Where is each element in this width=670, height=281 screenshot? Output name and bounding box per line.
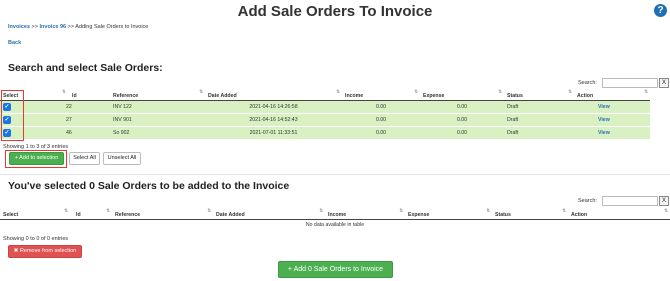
column-header-status[interactable]: Status ⇅ xyxy=(504,88,574,101)
row-id: 27 xyxy=(26,113,110,127)
row-reference: INV 901 xyxy=(110,113,205,127)
help-icon[interactable]: ? xyxy=(654,4,667,17)
selected-search-clear-button[interactable]: X xyxy=(659,196,669,206)
selected-search-label: Search: xyxy=(578,198,597,204)
row-checkbox[interactable]: ✓ xyxy=(3,115,11,124)
table-row[interactable]: ✓ 22 INV 122 2021-04-16 14:26:58 0.00 0.… xyxy=(0,100,650,114)
sort-arrows-icon: ⇅ xyxy=(644,89,648,94)
sort-arrows-icon: ⇅ xyxy=(199,89,203,94)
row-checkbox[interactable]: ✓ xyxy=(3,102,11,111)
sort-arrows-icon: ⇅ xyxy=(562,208,566,213)
row-reference: So 902 xyxy=(110,126,205,140)
search-input[interactable] xyxy=(602,78,658,88)
unselect-all-button[interactable]: Unselect All xyxy=(103,152,141,165)
column-header-expense[interactable]: Expense ⇅ xyxy=(405,207,492,220)
column-header-date-added[interactable]: Date Added ⇅ xyxy=(213,207,325,220)
sort-arrows-icon: ⇅ xyxy=(207,208,211,213)
sort-arrows-icon: ⇅ xyxy=(106,208,110,213)
row-date-added: 2021-07-01 11:33:51 xyxy=(205,126,342,140)
submit-add-orders-button[interactable]: + Add 0 Sale Orders to Invoice xyxy=(278,261,393,278)
row-date-added: 2021-04-16 14:52:43 xyxy=(205,113,342,127)
sale-orders-table: Select ⇅ Id Reference ⇅ Date Added ⇅ Income… xyxy=(0,88,650,140)
selected-search-input[interactable] xyxy=(602,196,658,206)
column-header-select[interactable]: Select ⇅ xyxy=(0,207,70,220)
breadcrumb-invoice-link[interactable]: Invoice 96 xyxy=(40,24,67,30)
sort-arrows-icon: ⇅ xyxy=(319,208,323,213)
breadcrumb: Invoices >> Invoice 96 >> Adding Sale Or… xyxy=(8,24,148,30)
row-status: Draft xyxy=(504,113,574,127)
row-expense: 0.00 xyxy=(420,100,504,114)
breadcrumb-separator: >> xyxy=(66,24,76,30)
sort-arrows-icon: ⇅ xyxy=(399,208,403,213)
sort-arrows-icon: ⇅ xyxy=(568,89,572,94)
row-checkbox[interactable]: ✓ xyxy=(3,128,11,137)
column-header-reference[interactable]: Reference ⇅ xyxy=(112,207,213,220)
column-header-status[interactable]: Status ⇅ xyxy=(492,207,568,220)
column-header-reference[interactable]: Reference ⇅ xyxy=(110,88,205,101)
search-clear-button[interactable]: X xyxy=(659,78,669,88)
row-status: Draft xyxy=(504,100,574,114)
search-label: Search: xyxy=(578,80,597,86)
row-expense: 0.00 xyxy=(420,113,504,127)
sort-arrows-icon: ⇅ xyxy=(486,208,490,213)
back-link[interactable]: Back xyxy=(8,40,21,46)
empty-table-message: No data available in table xyxy=(305,221,365,228)
view-link[interactable]: View xyxy=(598,104,610,110)
column-header-action[interactable]: Action ⇅ xyxy=(568,207,670,220)
column-header-date-added[interactable]: Date Added ⇅ xyxy=(205,88,342,101)
row-id: 22 xyxy=(26,100,110,114)
breadcrumb-separator: >> xyxy=(30,24,40,30)
sort-arrows-icon: ⇅ xyxy=(664,208,668,213)
add-to-selection-button[interactable]: + Add to selection xyxy=(9,152,64,165)
selected-orders-table: Select ⇅ Id ⇅ Reference ⇅ Date Added ⇅ Incom… xyxy=(0,207,670,230)
column-header-id[interactable]: Id ⇅ xyxy=(70,207,112,220)
selected-section-heading: You've selected 0 Sale Orders to be adde… xyxy=(8,180,290,192)
column-header-income[interactable]: Income ⇅ xyxy=(325,207,405,220)
column-header-action[interactable]: Action ⇅ xyxy=(574,88,650,101)
row-income: 0.00 xyxy=(342,100,420,114)
column-header-id[interactable]: ⇅ Id xyxy=(26,88,110,101)
row-income: 0.00 xyxy=(342,126,420,140)
row-expense: 0.00 xyxy=(420,126,504,140)
table-row[interactable]: ✓ 46 So 902 2021-07-01 11:33:51 0.00 0.0… xyxy=(0,126,650,140)
row-status: Draft xyxy=(504,126,574,140)
breadcrumb-invoices-link[interactable]: Invoices xyxy=(8,24,30,30)
table-row[interactable]: ✓ 27 INV 901 2021-04-16 14:52:43 0.00 0.… xyxy=(0,113,650,127)
view-link[interactable]: View xyxy=(598,130,610,136)
section-divider xyxy=(0,174,670,175)
row-income: 0.00 xyxy=(342,113,420,127)
sort-arrows-icon: ⇅ xyxy=(414,89,418,94)
sort-arrows-icon: ⇅ xyxy=(336,89,340,94)
sort-arrows-icon: ⇅ xyxy=(64,208,68,213)
row-reference: INV 122 xyxy=(110,100,205,114)
page-title: Add Sale Orders To Invoice xyxy=(237,3,433,20)
column-header-select[interactable]: Select xyxy=(0,88,26,101)
column-header-income[interactable]: Income ⇅ xyxy=(342,88,420,101)
select-all-button[interactable]: Select All xyxy=(69,152,100,165)
selected-table-info: Showing 0 to 0 of 0 entries xyxy=(3,236,69,242)
column-header-expense[interactable]: Expense ⇅ xyxy=(420,88,504,101)
sort-arrows-icon: ⇅ xyxy=(62,89,66,94)
row-date-added: 2021-04-16 14:26:58 xyxy=(205,100,342,114)
view-link[interactable]: View xyxy=(598,117,610,123)
search-section-heading: Search and select Sale Orders: xyxy=(8,62,163,74)
breadcrumb-current: Adding Sale Orders to Invoice xyxy=(75,24,149,30)
row-id: 46 xyxy=(26,126,110,140)
sort-arrows-icon: ⇅ xyxy=(498,89,502,94)
remove-from-selection-button[interactable]: ✖ Remove from selection xyxy=(8,245,82,258)
